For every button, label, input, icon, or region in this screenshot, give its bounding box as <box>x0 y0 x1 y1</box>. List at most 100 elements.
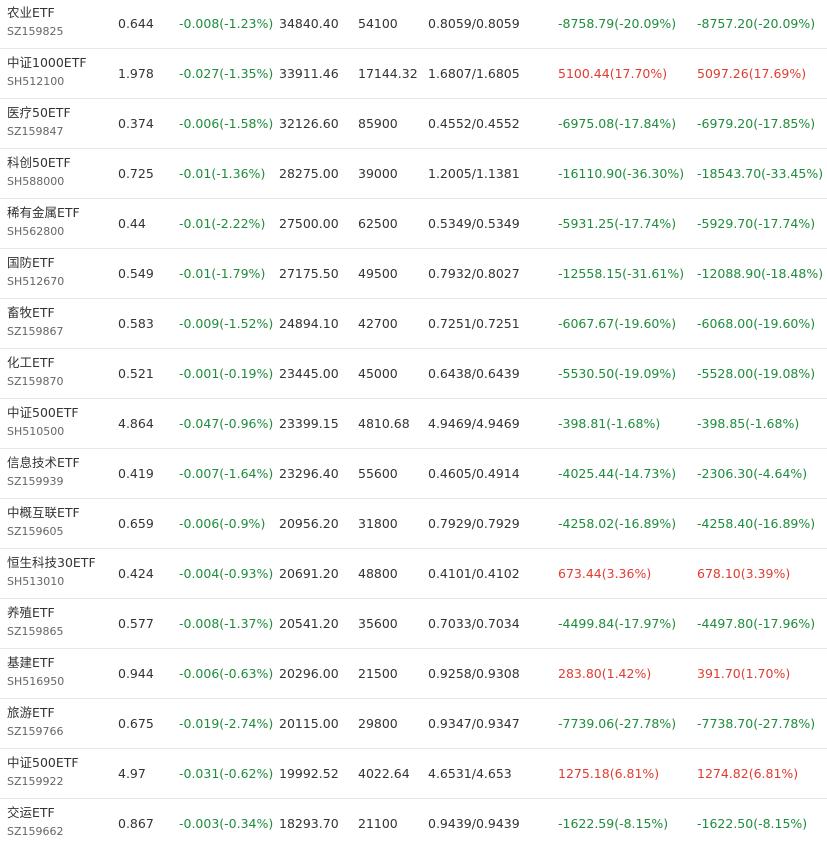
profit-loss-alt-cell: 1274.82(6.81%) <box>697 766 799 781</box>
table-row[interactable]: 中证500ETF SZ159922 4.97 -0.031(-0.62%) 19992.… <box>0 749 827 799</box>
table-row[interactable]: 化工ETF SZ159870 0.521 -0.001(-0.19%) 23445.00… <box>0 349 827 399</box>
fund-name-cell[interactable]: 科创50ETF SH588000 <box>7 155 71 189</box>
fund-name[interactable]: 信息技术ETF <box>7 455 80 471</box>
fund-name[interactable]: 中概互联ETF <box>7 505 80 521</box>
table-row[interactable]: 医疗50ETF SZ159847 0.374 -0.006(-1.58%) 32126.… <box>0 99 827 149</box>
fund-name-cell[interactable]: 中概互联ETF SZ159605 <box>7 505 80 539</box>
table-row[interactable]: 交运ETF SZ159662 0.867 -0.003(-0.34%) 18293.70… <box>0 799 827 849</box>
cost-cell: 0.6438/0.6439 <box>428 366 520 381</box>
fund-name[interactable]: 交运ETF <box>7 805 64 821</box>
fund-name[interactable]: 恒生科技30ETF <box>7 555 96 571</box>
shares-cell: 55600 <box>358 466 398 481</box>
fund-name[interactable]: 科创50ETF <box>7 155 71 171</box>
fund-code: SH512670 <box>7 275 65 288</box>
fund-name-cell[interactable]: 稀有金属ETF SH562800 <box>7 205 80 239</box>
shares-cell: 4810.68 <box>358 416 410 431</box>
cost-cell: 0.9258/0.9308 <box>428 666 520 681</box>
fund-name-cell[interactable]: 信息技术ETF SZ159939 <box>7 455 80 489</box>
table-row[interactable]: 中证500ETF SH510500 4.864 -0.047(-0.96%) 23399… <box>0 399 827 449</box>
market-value-cell: 27500.00 <box>279 216 339 231</box>
table-row[interactable]: 基建ETF SH516950 0.944 -0.006(-0.63%) 20296.00… <box>0 649 827 699</box>
fund-code: SZ159605 <box>7 525 64 538</box>
cost-cell: 1.2005/1.1381 <box>428 166 520 181</box>
change-cell: -0.006(-1.58%) <box>179 116 274 131</box>
change-cell: -0.003(-0.34%) <box>179 816 274 831</box>
cost-cell: 0.4101/0.4102 <box>428 566 520 581</box>
fund-name[interactable]: 基建ETF <box>7 655 64 671</box>
profit-loss-alt-cell: -4497.80(-17.96%) <box>697 616 816 631</box>
change-cell: -0.004(-0.93%) <box>179 566 274 581</box>
cost-cell: 0.5349/0.5349 <box>428 216 520 231</box>
fund-name-cell[interactable]: 基建ETF SH516950 <box>7 655 64 689</box>
fund-name[interactable]: 化工ETF <box>7 355 64 371</box>
market-value-cell: 32126.60 <box>279 116 339 131</box>
price-cell: 0.424 <box>118 566 154 581</box>
change-cell: -0.008(-1.23%) <box>179 16 274 31</box>
change-cell: -0.001(-0.19%) <box>179 366 274 381</box>
price-cell: 0.44 <box>118 216 146 231</box>
fund-name-cell[interactable]: 畜牧ETF SZ159867 <box>7 305 64 339</box>
change-cell: -0.006(-0.63%) <box>179 666 274 681</box>
fund-name[interactable]: 农业ETF <box>7 5 64 21</box>
fund-name-cell[interactable]: 恒生科技30ETF SH513010 <box>7 555 96 589</box>
cost-cell: 0.4605/0.4914 <box>428 466 520 481</box>
cost-cell: 0.9439/0.9439 <box>428 816 520 831</box>
fund-name[interactable]: 稀有金属ETF <box>7 205 80 221</box>
price-cell: 0.725 <box>118 166 154 181</box>
fund-name-cell[interactable]: 旅游ETF SZ159766 <box>7 705 64 739</box>
fund-name[interactable]: 养殖ETF <box>7 605 64 621</box>
fund-name[interactable]: 旅游ETF <box>7 705 64 721</box>
table-row[interactable]: 中概互联ETF SZ159605 0.659 -0.006(-0.9%) 20956.2… <box>0 499 827 549</box>
table-row[interactable]: 畜牧ETF SZ159867 0.583 -0.009(-1.52%) 24894.10… <box>0 299 827 349</box>
profit-loss-alt-cell: -18543.70(-33.45%) <box>697 166 824 181</box>
price-cell: 0.867 <box>118 816 154 831</box>
table-row[interactable]: 农业ETF SZ159825 0.644 -0.008(-1.23%) 34840.40… <box>0 0 827 49</box>
price-cell: 0.675 <box>118 716 154 731</box>
fund-name-cell[interactable]: 农业ETF SZ159825 <box>7 5 64 39</box>
market-value-cell: 20956.20 <box>279 516 339 531</box>
fund-name-cell[interactable]: 中证500ETF SZ159922 <box>7 755 79 789</box>
fund-name-cell[interactable]: 中证500ETF SH510500 <box>7 405 79 439</box>
table-row[interactable]: 信息技术ETF SZ159939 0.419 -0.007(-1.64%) 23296.… <box>0 449 827 499</box>
table-row[interactable]: 旅游ETF SZ159766 0.675 -0.019(-2.74%) 20115.00… <box>0 699 827 749</box>
table-row[interactable]: 养殖ETF SZ159865 0.577 -0.008(-1.37%) 20541.20… <box>0 599 827 649</box>
fund-name-cell[interactable]: 国防ETF SH512670 <box>7 255 64 289</box>
table-row[interactable]: 国防ETF SH512670 0.549 -0.01(-1.79%) 27175.50 4… <box>0 249 827 299</box>
profit-loss-cell: -1622.59(-8.15%) <box>558 816 669 831</box>
fund-name[interactable]: 中证500ETF <box>7 405 79 421</box>
fund-code: SH516950 <box>7 675 65 688</box>
shares-cell: 54100 <box>358 16 398 31</box>
fund-name-cell[interactable]: 交运ETF SZ159662 <box>7 805 64 839</box>
fund-name-cell[interactable]: 化工ETF SZ159870 <box>7 355 64 389</box>
table-row[interactable]: 稀有金属ETF SH562800 0.44 -0.01(-2.22%) 27500.00… <box>0 199 827 249</box>
fund-name[interactable]: 中证1000ETF <box>7 55 87 71</box>
cost-cell: 0.4552/0.4552 <box>428 116 520 131</box>
market-value-cell: 20691.20 <box>279 566 339 581</box>
fund-code: SZ159865 <box>7 625 64 638</box>
profit-loss-cell: -6067.67(-19.60%) <box>558 316 677 331</box>
profit-loss-cell: 5100.44(17.70%) <box>558 66 668 81</box>
table-row[interactable]: 恒生科技30ETF SH513010 0.424 -0.004(-0.93%) 2069… <box>0 549 827 599</box>
price-cell: 4.97 <box>118 766 146 781</box>
fund-name[interactable]: 国防ETF <box>7 255 64 271</box>
fund-name-cell[interactable]: 中证1000ETF SH512100 <box>7 55 87 89</box>
fund-name[interactable]: 医疗50ETF <box>7 105 71 121</box>
market-value-cell: 20541.20 <box>279 616 339 631</box>
fund-name-cell[interactable]: 医疗50ETF SZ159847 <box>7 105 71 139</box>
fund-code: SZ159939 <box>7 475 64 488</box>
table-row[interactable]: 科创50ETF SH588000 0.725 -0.01(-1.36%) 28275.0… <box>0 149 827 199</box>
table-row[interactable]: 中证1000ETF SH512100 1.978 -0.027(-1.35%) 3391… <box>0 49 827 99</box>
change-cell: -0.006(-0.9%) <box>179 516 266 531</box>
price-cell: 0.644 <box>118 16 154 31</box>
fund-name-cell[interactable]: 养殖ETF SZ159865 <box>7 605 64 639</box>
market-value-cell: 20115.00 <box>279 716 339 731</box>
change-cell: -0.008(-1.37%) <box>179 616 274 631</box>
fund-code: SZ159922 <box>7 775 64 788</box>
fund-name[interactable]: 中证500ETF <box>7 755 79 771</box>
profit-loss-cell: -12558.15(-31.61%) <box>558 266 685 281</box>
fund-code: SH513010 <box>7 575 65 588</box>
fund-name[interactable]: 畜牧ETF <box>7 305 64 321</box>
market-value-cell: 23399.15 <box>279 416 339 431</box>
market-value-cell: 27175.50 <box>279 266 339 281</box>
price-cell: 0.374 <box>118 116 154 131</box>
